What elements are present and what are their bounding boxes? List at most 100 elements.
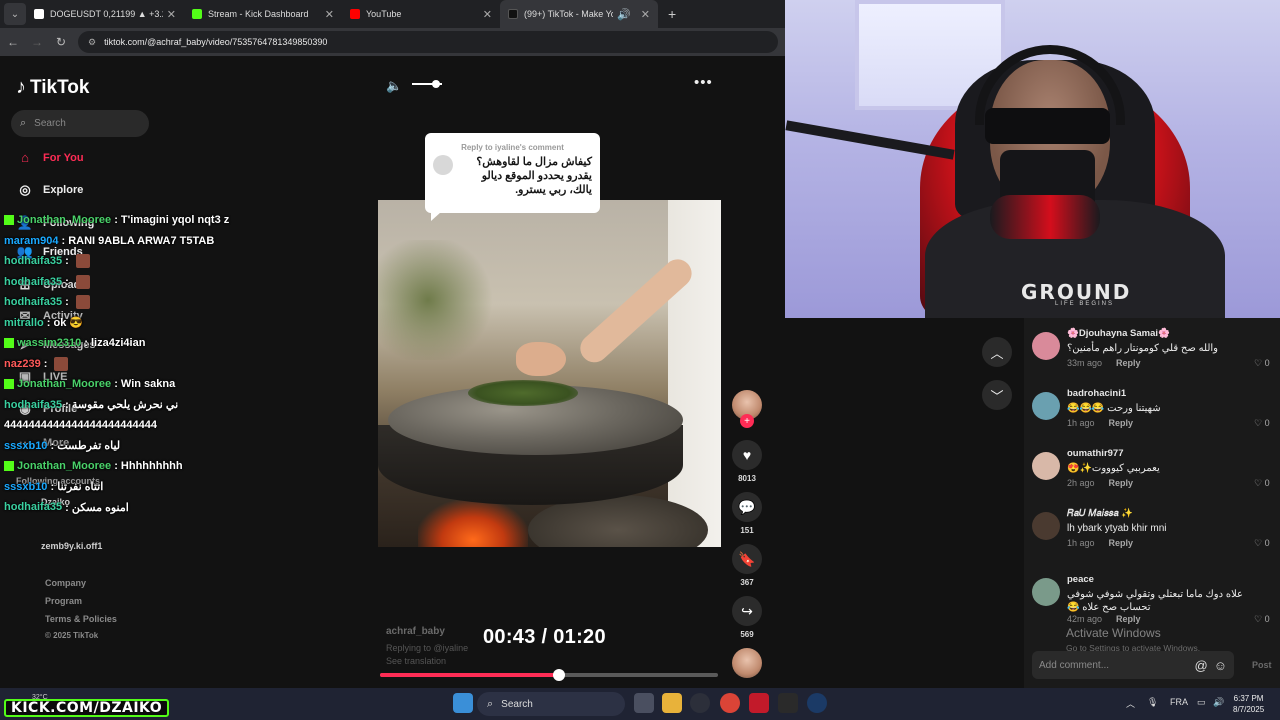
comment-username[interactable]: 🌸Djouhayna Samai🌸 — [1067, 328, 1170, 339]
chat-username[interactable]: maram904 — [4, 235, 58, 247]
add-comment-input[interactable]: Add comment... @ ☺ — [1032, 651, 1234, 679]
reply-button[interactable]: Reply — [1109, 538, 1134, 548]
footer-program-link[interactable]: Program — [45, 596, 82, 606]
volume-icon[interactable]: 🔈 — [386, 78, 402, 94]
comment-like[interactable]: ♡ 0 — [1254, 614, 1270, 625]
close-icon[interactable]: ✕ — [325, 8, 334, 21]
tab-youtube[interactable]: YouTube ✕ — [342, 0, 500, 28]
chat-username[interactable]: wassim2310 — [17, 337, 81, 349]
reply-button[interactable]: Reply — [1116, 614, 1141, 624]
chat-username[interactable]: hodhaifa35 — [4, 501, 62, 513]
see-translation-link[interactable]: See translation — [386, 656, 446, 666]
avatar[interactable]: + — [732, 390, 762, 428]
weather-temp[interactable]: 32°C — [32, 694, 48, 701]
windows-start-icon[interactable] — [453, 693, 473, 713]
site-info-icon[interactable]: ⚙ — [88, 37, 96, 48]
reply-button[interactable]: Reply — [1109, 418, 1134, 428]
file-explorer-icon[interactable] — [662, 693, 682, 713]
reply-button[interactable]: Reply — [1116, 358, 1141, 368]
network-icon[interactable]: ▭ — [1197, 697, 1206, 708]
reload-button[interactable]: ↻ — [50, 35, 72, 49]
comment-like[interactable]: ♡ 0 — [1254, 538, 1270, 549]
comment-like[interactable]: ♡ 0 — [1254, 418, 1270, 429]
more-options-icon[interactable]: ••• — [694, 74, 713, 91]
avatar[interactable] — [1032, 512, 1060, 540]
emoji-icon[interactable]: ☺ — [1214, 658, 1227, 673]
media-app-icon[interactable] — [749, 693, 769, 713]
tab-kick-dashboard[interactable]: Stream - Kick Dashboard ✕ — [184, 0, 342, 28]
tab-dogeusdt[interactable]: DOGEUSDT 0,21199 ▲ +3.29% ✕ — [26, 0, 184, 28]
heart-icon[interactable]: ♥ — [732, 440, 762, 470]
chat-username[interactable]: Jonathan_Mooree — [17, 378, 111, 390]
volume-icon[interactable]: 🔊 — [1213, 697, 1224, 708]
comment-like[interactable]: ♡ 0 — [1254, 358, 1270, 369]
heart-outline-icon[interactable]: ♡ — [1254, 418, 1262, 428]
chat-username[interactable]: sssxb10 — [4, 481, 47, 493]
steam-icon[interactable] — [807, 693, 827, 713]
app-icon[interactable] — [690, 693, 710, 713]
tiktok-logo[interactable]: ♪ TikTok — [16, 76, 89, 99]
creator-avatar[interactable]: + — [732, 390, 762, 428]
sidebar-item-for-you[interactable]: ⌂ For You — [16, 150, 196, 165]
heart-outline-icon[interactable]: ♡ — [1254, 358, 1262, 368]
avatar[interactable] — [1032, 578, 1060, 606]
avatar[interactable] — [1032, 452, 1060, 480]
chat-username[interactable]: mitrallo — [4, 317, 44, 329]
chat-username[interactable]: hodhaifa35 — [4, 296, 62, 308]
tray-chevron-icon[interactable]: ︿ — [1126, 697, 1135, 710]
comment-username[interactable]: badrohacini1 — [1067, 388, 1126, 399]
music-avatar[interactable] — [732, 648, 762, 678]
video-player[interactable] — [378, 200, 721, 547]
post-button[interactable]: Post — [1252, 660, 1272, 670]
volume-handle[interactable] — [432, 80, 440, 88]
back-button[interactable]: ← — [2, 35, 24, 49]
chat-username[interactable]: hodhaifa35 — [4, 255, 62, 267]
comment-icon[interactable]: 💬 — [732, 492, 762, 522]
epic-games-icon[interactable] — [778, 693, 798, 713]
progress-handle[interactable] — [553, 669, 566, 681]
follow-plus-icon[interactable]: + — [740, 414, 754, 428]
forward-button[interactable]: → — [26, 35, 48, 49]
chat-username[interactable]: hodhaifa35 — [4, 276, 62, 288]
tab-search-button[interactable]: ⌄ — [4, 3, 26, 25]
chrome-icon[interactable] — [720, 693, 740, 713]
comment-like[interactable]: ♡ 0 — [1254, 478, 1270, 489]
comment-username[interactable]: oumathir977 — [1067, 448, 1124, 459]
close-icon[interactable]: ✕ — [483, 8, 492, 21]
comment-username[interactable]: 𝑅𝑎𝑈 𝑀𝑎𝑖𝑠𝑠𝑎 ✨ — [1067, 508, 1133, 519]
url-field[interactable]: ⚙ tiktok.com/@achraf_baby/video/75357647… — [78, 31, 778, 53]
sidebar-item-explore[interactable]: ◎ Explore — [16, 182, 196, 198]
heart-outline-icon[interactable]: ♡ — [1254, 478, 1262, 488]
taskbar-clock[interactable]: 6:37 PM 8/7/2025 — [1233, 693, 1264, 715]
heart-outline-icon[interactable]: ♡ — [1254, 614, 1262, 624]
comment-action[interactable]: 💬 151 — [732, 492, 762, 535]
bookmark-icon[interactable]: 🔖 — [732, 544, 762, 574]
input-language[interactable]: FRA — [1170, 697, 1188, 707]
avatar[interactable] — [1032, 392, 1060, 420]
previous-video-button[interactable]: ︿ — [982, 337, 1012, 367]
chat-username[interactable]: sssxb10 — [4, 440, 47, 452]
like-action[interactable]: ♥ 8013 — [732, 440, 762, 483]
footer-company-link[interactable]: Company — [45, 578, 86, 588]
share-icon[interactable]: ↪ — [732, 596, 762, 626]
heart-outline-icon[interactable]: ♡ — [1254, 538, 1262, 548]
progress-bar[interactable] — [380, 669, 718, 681]
search-input[interactable]: ⌕ Search — [11, 110, 149, 137]
task-view-icon[interactable] — [634, 693, 654, 713]
comment-username[interactable]: peace — [1067, 574, 1094, 585]
close-icon[interactable]: ✕ — [641, 8, 650, 21]
microphone-icon[interactable]: 🎙 — [1147, 697, 1158, 708]
footer-terms-link[interactable]: Terms & Policies — [45, 614, 117, 624]
author-name[interactable]: achraf_baby — [386, 626, 445, 637]
taskbar-search[interactable]: ⌕ Search — [477, 692, 625, 716]
share-action[interactable]: ↪ 569 — [732, 596, 762, 639]
new-tab-button[interactable]: + — [668, 6, 676, 22]
chat-username[interactable]: naz239 — [4, 358, 41, 370]
speaker-icon[interactable]: 🔊 — [617, 8, 631, 21]
followed-account-zemb9y[interactable]: zemb9y.ki.off1 — [41, 541, 102, 551]
chat-username[interactable]: hodhaifa35 — [4, 399, 62, 411]
save-action[interactable]: 🔖 367 — [732, 544, 762, 587]
next-video-button[interactable]: ﹀ — [982, 380, 1012, 410]
chat-username[interactable]: Jonathan_Mooree — [17, 460, 111, 472]
avatar[interactable] — [1032, 332, 1060, 360]
